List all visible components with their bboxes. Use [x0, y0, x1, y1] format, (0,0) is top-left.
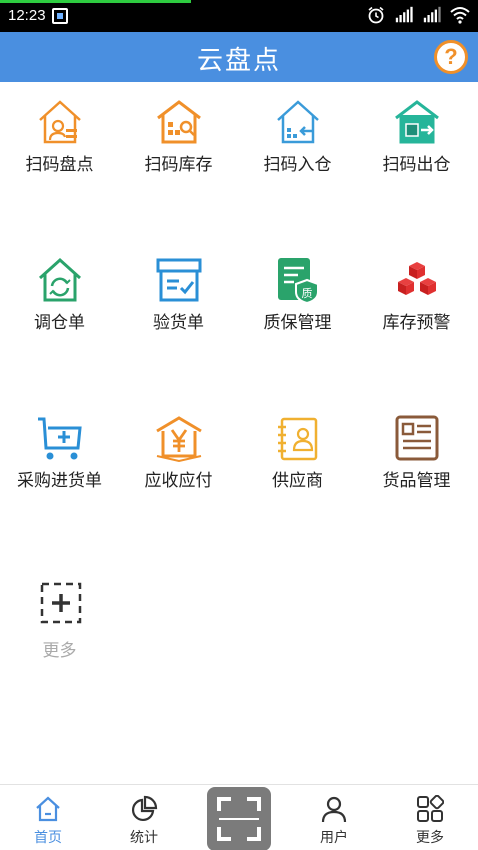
tile-label: 供应商	[272, 471, 323, 491]
tile-label: 扫码库存	[144, 155, 213, 175]
tile-label: 采购进货单	[17, 471, 102, 491]
home-icon	[36, 796, 60, 822]
tile-goods-management[interactable]: 货品管理	[357, 398, 476, 528]
tab-user[interactable]: 用户	[286, 785, 382, 850]
app-header: 云盘点 ?	[0, 32, 478, 82]
purchase-cart-icon	[38, 417, 82, 460]
tile-inspection[interactable]: 验货单	[119, 240, 238, 370]
tile-label: 扫码入仓	[263, 155, 332, 175]
scan-button[interactable]	[207, 787, 271, 850]
tile-add-more[interactable]: 更多	[0, 556, 119, 686]
wifi-icon	[450, 7, 470, 24]
tab-home[interactable]: 首页	[0, 785, 96, 850]
tile-label: 质保管理	[263, 313, 332, 333]
tile-scan-in[interactable]: 扫码入仓	[238, 82, 357, 212]
tile-warranty[interactable]: 质 质保管理	[238, 240, 357, 370]
scan-icon	[217, 797, 261, 841]
tab-label: 更多	[416, 830, 444, 846]
pie-chart-icon	[131, 795, 158, 822]
tab-label: 统计	[130, 830, 158, 846]
page-title: 云盘点	[196, 46, 281, 76]
warranty-document-icon: 质	[278, 258, 319, 304]
scan-out-warehouse-icon	[395, 100, 439, 144]
add-more-icon	[40, 582, 82, 624]
inspection-box-icon	[156, 258, 202, 302]
status-icons	[366, 6, 470, 24]
transfer-house-icon	[38, 257, 82, 302]
stock-alert-boxes-icon	[398, 262, 436, 295]
scan-in-house-icon	[277, 100, 319, 144]
scan-inventory-house-icon	[39, 100, 81, 144]
tile-scan-inventory[interactable]: 扫码盘点	[0, 82, 119, 212]
tile-scan-stock[interactable]: 扫码库存	[119, 82, 238, 212]
user-icon	[321, 796, 347, 823]
tab-more[interactable]: 更多	[382, 785, 478, 850]
tile-label: 货品管理	[382, 471, 451, 491]
tile-label: 验货单	[153, 313, 204, 333]
bottom-tab-bar: 首页 统计 用户 更多	[0, 784, 478, 850]
tile-purchase[interactable]: 采购进货单	[0, 398, 119, 528]
tile-label: 调仓单	[34, 313, 85, 333]
grid-more-icon	[417, 795, 444, 822]
status-bar: 12:23	[0, 0, 478, 32]
tile-stock-alert[interactable]: 库存预警	[357, 240, 476, 370]
signal-hd-icon	[395, 6, 413, 23]
status-time: 12:23	[8, 7, 46, 24]
goods-management-card-icon	[395, 415, 439, 461]
receivable-payable-yen-icon	[156, 416, 202, 462]
tile-supplier[interactable]: 供应商	[238, 398, 357, 528]
tile-label: 库存预警	[382, 313, 451, 333]
tile-transfer[interactable]: 调仓单	[0, 240, 119, 370]
tile-label: 更多	[42, 641, 77, 661]
tab-statistics[interactable]: 统计	[96, 785, 192, 850]
loading-progress-bar	[0, 0, 192, 3]
alarm-icon	[368, 6, 384, 24]
tab-label: 首页	[34, 830, 62, 846]
scan-stock-warehouse-icon	[157, 100, 201, 144]
tile-label: 扫码出仓	[382, 155, 451, 175]
svg-text:质: 质	[302, 287, 313, 300]
tile-receivable-payable[interactable]: 应收应付	[119, 398, 238, 528]
tile-label: 应收应付	[144, 471, 213, 491]
tile-scan-out[interactable]: 扫码出仓	[357, 82, 476, 212]
supplier-contact-card-icon	[278, 417, 318, 461]
tile-label: 扫码盘点	[25, 155, 94, 175]
notification-app-icon	[52, 8, 68, 24]
tab-label: 用户	[320, 830, 348, 846]
signal-icon	[423, 6, 441, 23]
help-button[interactable]: ?	[434, 40, 468, 74]
